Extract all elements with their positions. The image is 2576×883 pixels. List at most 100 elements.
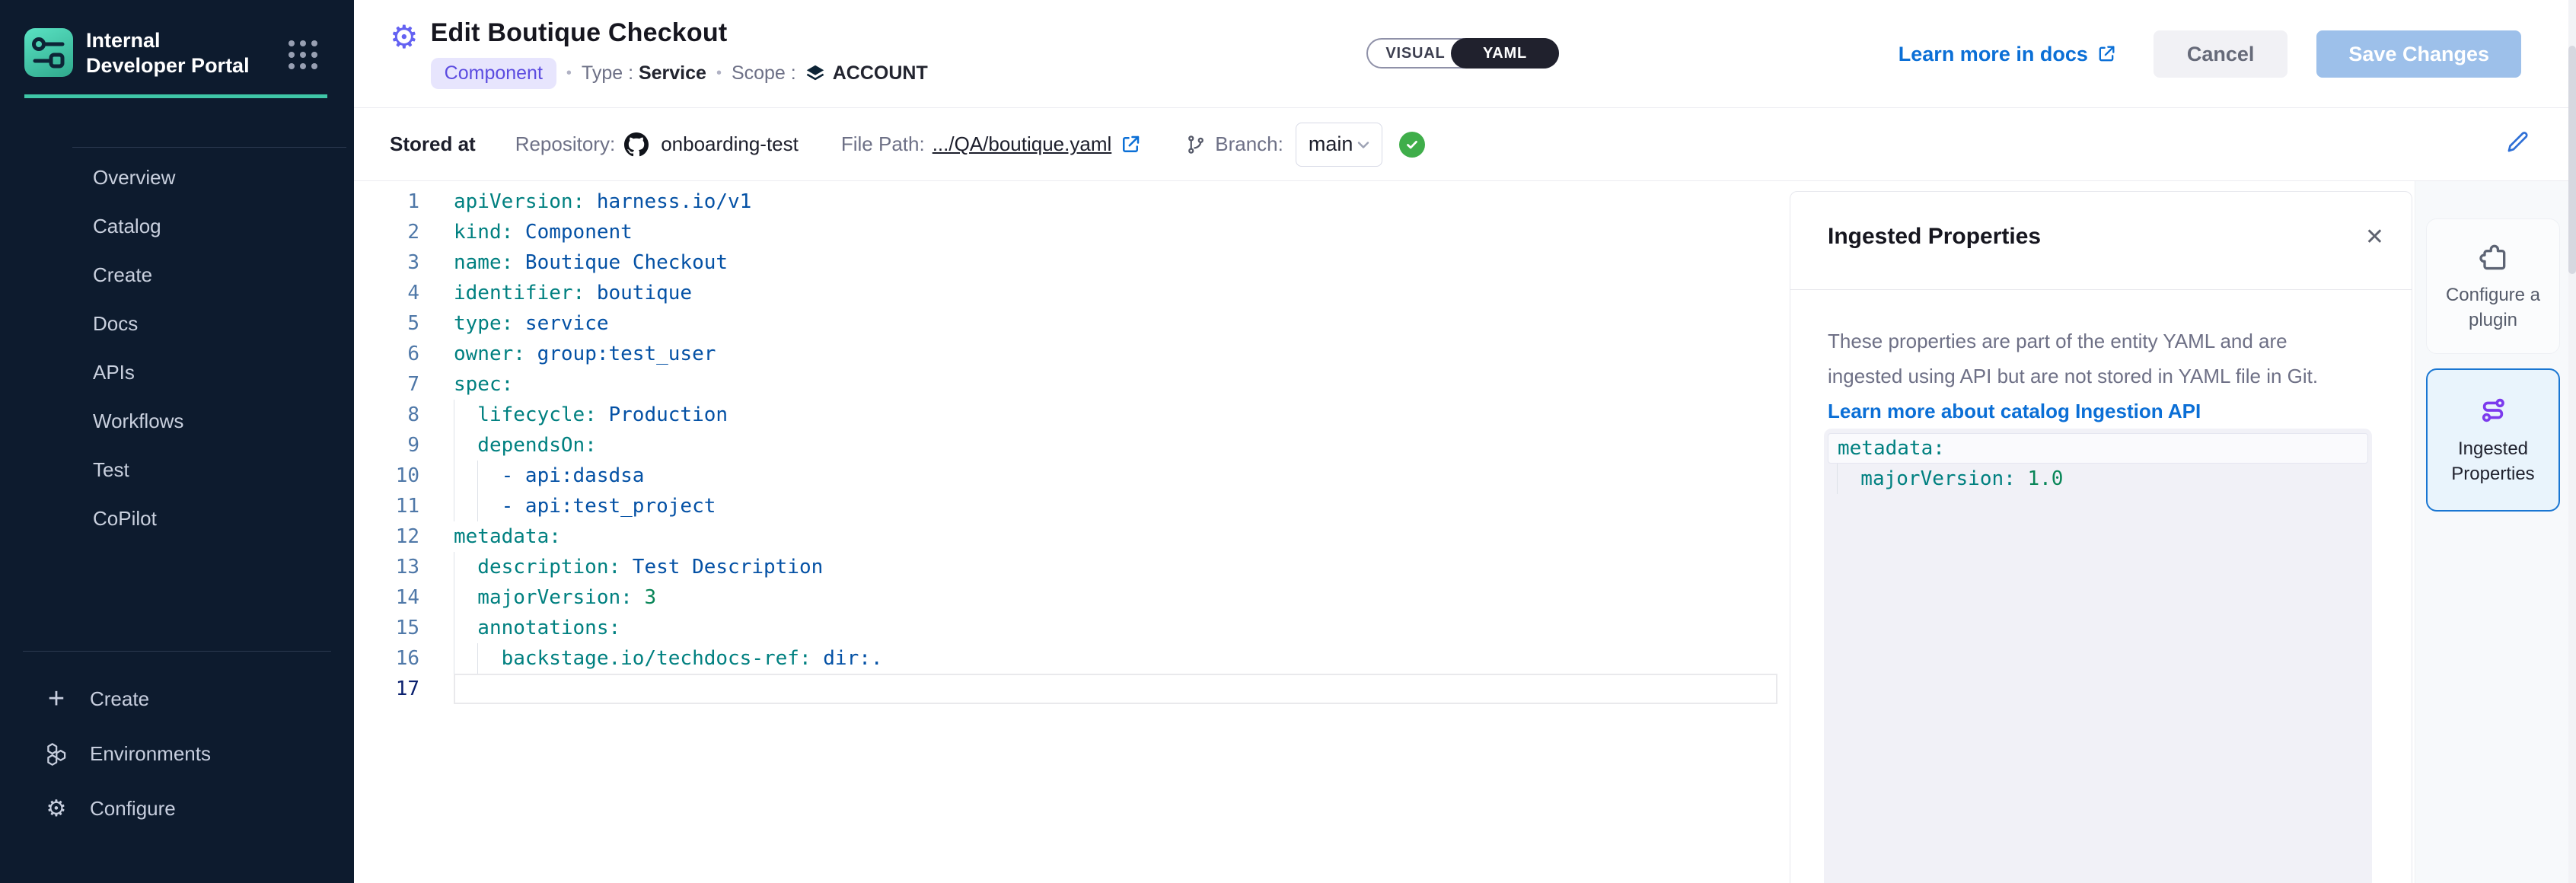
- code-token: identifier:: [454, 282, 585, 304]
- docs-link-label: Learn more in docs: [1899, 43, 2088, 66]
- cancel-button[interactable]: Cancel: [2154, 30, 2288, 78]
- panel-title: Ingested Properties: [1790, 192, 2412, 250]
- code-line[interactable]: majorVersion: 3: [454, 582, 1777, 613]
- code-line[interactable]: metadata:: [1828, 433, 2368, 464]
- sidebar-item-label: Create: [90, 687, 149, 711]
- code-line[interactable]: metadata:: [454, 521, 1777, 552]
- code-token: 3: [633, 586, 656, 609]
- sidebar-item-test[interactable]: Test: [0, 445, 354, 494]
- type-value: Service: [639, 62, 706, 84]
- sidebar: Internal Developer Portal OverviewCatalo…: [0, 0, 354, 883]
- code-token: dir:.: [811, 647, 883, 670]
- app-switcher-icon[interactable]: [289, 40, 317, 69]
- sidebar-item-apis[interactable]: APIs: [0, 348, 354, 397]
- code-token: backstage.io/techdocs-ref:: [454, 647, 811, 670]
- indent-guide: [477, 643, 478, 674]
- code-line[interactable]: backstage.io/techdocs-ref: dir:.: [454, 643, 1777, 674]
- code-token: apiVersion:: [454, 190, 585, 213]
- code-line[interactable]: majorVersion: 1.0: [1828, 464, 2368, 494]
- line-number: 3: [354, 247, 454, 278]
- branch-select[interactable]: main: [1296, 123, 1382, 167]
- indent-guide: [1837, 464, 1838, 494]
- code-line[interactable]: lifecycle: Production: [454, 400, 1777, 430]
- page-scrollbar[interactable]: [2568, 0, 2576, 883]
- code-token: - api:test_project: [454, 495, 716, 518]
- file-path-label: File Path:: [841, 132, 925, 156]
- code-token: Production: [597, 403, 728, 426]
- code-line[interactable]: apiVersion: harness.io/v1: [454, 186, 1777, 217]
- line-number: 5: [354, 308, 454, 339]
- chevron-down-icon: [1354, 135, 1372, 154]
- line-number: 6: [354, 339, 454, 369]
- sidebar-item-environments[interactable]: Environments: [0, 726, 354, 781]
- stored-at-bar: Stored at Repository: onboarding-test Fi…: [354, 108, 2576, 181]
- entity-gear-icon: ⚙: [390, 20, 419, 55]
- code-token: group:test_user: [525, 343, 716, 365]
- sidebar-item-catalog[interactable]: Catalog: [0, 202, 354, 250]
- app-title: Internal Developer Portal: [86, 28, 265, 78]
- code-line[interactable]: description: Test Description: [454, 552, 1777, 582]
- code-token: Test Description: [620, 556, 823, 579]
- code-line[interactable]: - api:test_project: [454, 491, 1777, 521]
- line-number: 1: [354, 186, 454, 217]
- docs-link[interactable]: Learn more in docs: [1899, 43, 2117, 66]
- ingestion-api-link[interactable]: Learn more about catalog Ingestion API: [1828, 400, 2201, 423]
- code-line[interactable]: dependsOn:: [454, 430, 1777, 461]
- editor-code[interactable]: apiVersion: harness.io/v1kind: Component…: [454, 186, 1777, 704]
- scope-label: Scope :: [732, 62, 796, 84]
- branch-valid-check-icon: [1399, 132, 1425, 158]
- code-line[interactable]: - api:dasdsa: [454, 461, 1777, 491]
- code-token: boutique: [585, 282, 692, 304]
- file-path-link[interactable]: .../QA/boutique.yaml: [933, 132, 1112, 156]
- github-icon: [624, 132, 649, 157]
- code-line[interactable]: annotations:: [454, 613, 1777, 643]
- code-token: description:: [454, 556, 620, 579]
- sidebar-item-create[interactable]: Create: [0, 250, 354, 299]
- line-number: 2: [354, 217, 454, 247]
- sidebar-divider: [72, 147, 346, 148]
- stored-at-label: Stored at: [390, 132, 476, 156]
- ingested-properties-card[interactable]: Ingested Properties: [2426, 368, 2560, 512]
- code-line[interactable]: name: Boutique Checkout: [454, 247, 1777, 278]
- hexagons-icon: [41, 738, 72, 769]
- toggle-yaml[interactable]: YAML: [1451, 38, 1559, 69]
- sidebar-bottom: + Create Environments ⚙ Configure: [0, 651, 354, 883]
- toggle-visual[interactable]: VISUAL: [1368, 40, 1463, 67]
- edit-pencil-icon[interactable]: [2503, 128, 2532, 162]
- sidebar-item-create[interactable]: + Create: [0, 671, 354, 726]
- external-link-icon[interactable]: [1119, 133, 1142, 156]
- code-token: 1.0: [2016, 467, 2064, 490]
- code-line[interactable]: spec:: [454, 369, 1777, 400]
- entity-meta: Component • Type : Service • Scope : ACC…: [431, 58, 928, 89]
- scrollbar-thumb[interactable]: [2568, 46, 2576, 274]
- sidebar-item-configure[interactable]: ⚙ Configure: [0, 781, 354, 836]
- repository-value: onboarding-test: [661, 132, 799, 156]
- sidebar-item-workflows[interactable]: Workflows: [0, 397, 354, 445]
- close-icon[interactable]: ✕: [2365, 224, 2384, 250]
- code-line[interactable]: identifier: boutique: [454, 278, 1777, 308]
- sidebar-nav: OverviewCatalogCreateDocsAPIsWorkflowsTe…: [0, 153, 354, 543]
- code-token: - api:dasdsa: [454, 464, 644, 487]
- code-token: kind:: [454, 221, 513, 244]
- save-changes-button[interactable]: Save Changes: [2316, 30, 2521, 78]
- sidebar-item-docs[interactable]: Docs: [0, 299, 354, 348]
- sidebar-item-overview[interactable]: Overview: [0, 153, 354, 202]
- editor-gutter: 1234567891011121314151617: [354, 186, 454, 704]
- code-line[interactable]: kind: Component: [454, 217, 1777, 247]
- sidebar-item-copilot[interactable]: CoPilot: [0, 494, 354, 543]
- sidebar-accent-rule: [24, 94, 327, 98]
- code-line[interactable]: type: service: [454, 308, 1777, 339]
- rail-card-label: Ingested Properties: [2428, 436, 2558, 486]
- code-line[interactable]: owner: group:test_user: [454, 339, 1777, 369]
- visual-yaml-toggle[interactable]: VISUAL YAML: [1366, 38, 1559, 69]
- page-header: ⚙ Edit Boutique Checkout Component • Typ…: [354, 0, 2576, 108]
- code-token: lifecycle:: [454, 403, 597, 426]
- yaml-editor[interactable]: 1234567891011121314151617 apiVersion: ha…: [354, 181, 1777, 883]
- plus-icon: +: [41, 684, 72, 714]
- line-number: 7: [354, 369, 454, 400]
- code-line[interactable]: [454, 674, 1777, 704]
- code-token: metadata:: [1838, 437, 1945, 460]
- configure-plugin-card[interactable]: Configure a plugin: [2426, 218, 2560, 354]
- line-number: 12: [354, 521, 454, 552]
- app-logo-icon[interactable]: [24, 28, 73, 77]
